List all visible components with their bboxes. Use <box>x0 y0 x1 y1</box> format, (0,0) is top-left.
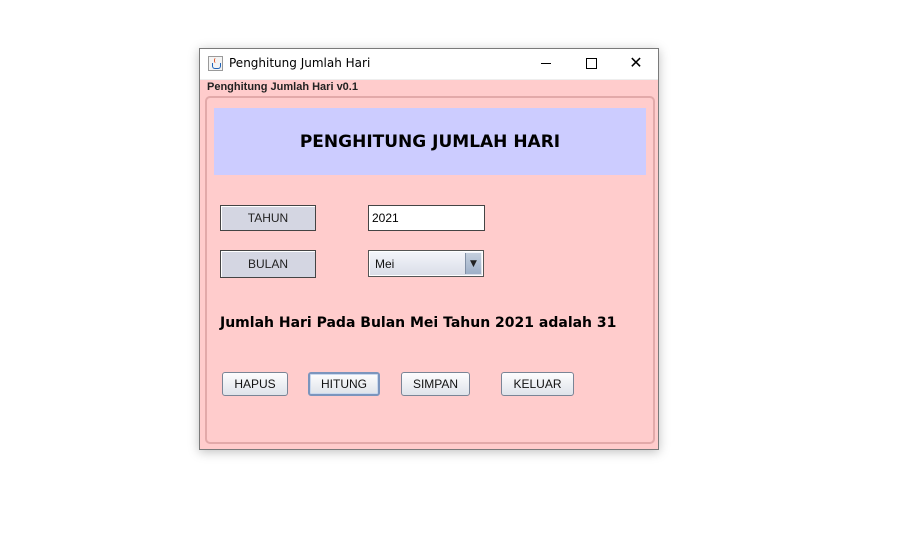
tahun-input[interactable] <box>368 205 485 231</box>
window-title: Penghitung Jumlah Hari <box>229 56 371 70</box>
close-button[interactable]: ✕ <box>613 49 659 79</box>
java-app-icon <box>208 56 223 71</box>
dropdown-arrow-icon[interactable]: ▼ <box>465 253 481 274</box>
bulan-label: BULAN <box>220 250 316 278</box>
app-window: Penghitung Jumlah Hari ✕ Penghitung Juml… <box>199 48 659 450</box>
minimize-icon <box>541 63 551 64</box>
title-bar[interactable]: Penghitung Jumlah Hari ✕ <box>200 49 658 80</box>
minimize-button[interactable] <box>523 49 569 79</box>
frame-label: Penghitung Jumlah Hari v0.1 <box>207 81 358 93</box>
simpan-button[interactable]: SIMPAN <box>401 372 470 396</box>
keluar-button[interactable]: KELUAR <box>501 372 574 396</box>
maximize-icon <box>586 58 597 69</box>
close-icon: ✕ <box>629 53 643 72</box>
result-text: Jumlah Hari Pada Bulan Mei Tahun 2021 ad… <box>220 315 617 331</box>
tahun-label: TAHUN <box>220 205 316 231</box>
bulan-dropdown[interactable]: Mei ▼ <box>368 250 484 277</box>
maximize-button[interactable] <box>568 49 614 79</box>
page-title: PENGHITUNG JUMLAH HARI <box>299 131 561 152</box>
hapus-button[interactable]: HAPUS <box>222 372 288 396</box>
hitung-button[interactable]: HITUNG <box>308 372 380 396</box>
bulan-selected-value: Mei <box>375 257 395 271</box>
header-panel: PENGHITUNG JUMLAH HARI <box>214 108 646 175</box>
